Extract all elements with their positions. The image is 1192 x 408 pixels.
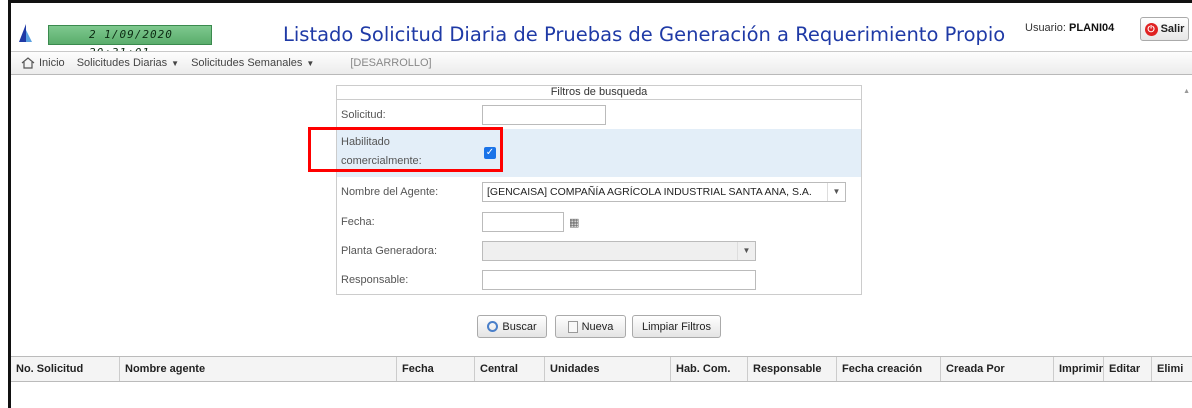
search-icon (487, 321, 499, 332)
logout-button[interactable]: ⏻ Salir (1140, 17, 1189, 41)
clock-display: 2 1/09/2020 20:31:01 (48, 25, 212, 59)
search-button-label: Buscar (502, 320, 537, 333)
new-button[interactable]: Nueva (555, 315, 626, 338)
clear-filters-label: Limpiar Filtros (641, 320, 712, 333)
new-button-label: Nueva (581, 320, 614, 333)
scroll-up-icon[interactable]: ▲ (1183, 88, 1190, 95)
app-header: 2 1/09/2020 20:31:01 Listado Solicitud D… (11, 3, 1192, 59)
filters-title: Filtros de busqueda (336, 85, 862, 99)
menu-home[interactable]: Inicio (11, 57, 65, 69)
fecha-input[interactable] (482, 212, 564, 232)
chevron-down-icon: ▼ (737, 242, 755, 260)
home-icon (21, 57, 35, 69)
column-header[interactable]: Nombre agente (119, 357, 396, 381)
column-header[interactable]: Hab. Com. (670, 357, 747, 381)
planta-select[interactable]: ▼ (482, 241, 756, 261)
menu-daily-label: Solicitudes Diarias (76, 57, 168, 69)
column-header[interactable]: Central (474, 357, 544, 381)
solicitud-input[interactable] (482, 105, 606, 125)
filter-row-fecha: Fecha: ▦ (337, 210, 861, 234)
chevron-down-icon: ▼ (827, 183, 845, 201)
agente-select[interactable]: [GENCAISA] COMPAÑÍA AGRÍCOLA INDUSTRIAL … (482, 182, 846, 202)
filter-row-planta: Planta Generadora: ▼ (337, 239, 861, 263)
column-header[interactable]: No. Solicitud (11, 357, 119, 381)
filter-row-solicitud: Solicitud: (337, 103, 861, 127)
document-icon (567, 320, 578, 333)
clear-filters-button[interactable]: Limpiar Filtros (632, 315, 721, 338)
column-header[interactable]: Elimi (1151, 357, 1192, 381)
menu-daily-requests[interactable]: Solicitudes Diarias ▼ (77, 57, 179, 69)
main-menu: Inicio Solicitudes Diarias ▼ Solicitudes… (11, 51, 1192, 75)
responsable-input[interactable] (482, 270, 756, 290)
caret-down-icon: ▼ (306, 58, 315, 68)
search-button[interactable]: Buscar (477, 315, 547, 338)
agente-label: Nombre del Agente: (341, 186, 439, 198)
solicitud-label: Solicitud: (341, 109, 386, 121)
fecha-label: Fecha: (341, 216, 375, 228)
user-label: Usuario: (1025, 22, 1066, 34)
results-table-header: No. Solicitud Nombre agente Fecha Centra… (11, 356, 1192, 382)
menu-home-label: Inicio (39, 57, 65, 69)
calendar-icon[interactable]: ▦ (569, 216, 579, 229)
highlight-annotation (308, 127, 503, 172)
app-logo-icon (19, 24, 32, 42)
page-title: Listado Solicitud Diaria de Pruebas de G… (283, 23, 1006, 46)
filter-row-responsable: Responsable: (337, 268, 861, 292)
column-header[interactable]: Unidades (544, 357, 670, 381)
agente-value: [GENCAISA] COMPAÑÍA AGRÍCOLA INDUSTRIAL … (487, 186, 812, 198)
logout-label: Salir (1160, 23, 1185, 35)
column-header[interactable]: Editar (1103, 357, 1151, 381)
responsable-label: Responsable: (341, 274, 409, 286)
user-name: PLANI04 (1069, 22, 1115, 34)
user-info: Usuario: PLANI04 (1025, 22, 1114, 34)
filter-row-agente: Nombre del Agente: [GENCAISA] COMPAÑÍA A… (337, 180, 861, 204)
column-header[interactable]: Responsable (747, 357, 836, 381)
power-icon: ⏻ (1144, 22, 1158, 36)
menu-weekly-requests[interactable]: Solicitudes Semanales ▼ (191, 57, 314, 69)
column-header[interactable]: Creada Por (940, 357, 1053, 381)
environment-label: [DESARROLLO] (350, 57, 432, 69)
menu-weekly-label: Solicitudes Semanales (191, 57, 303, 69)
column-header[interactable]: Fecha creación (836, 357, 940, 381)
column-header[interactable]: Fecha (396, 357, 474, 381)
planta-label: Planta Generadora: (341, 245, 438, 257)
column-header[interactable]: Imprimir (1053, 357, 1103, 381)
caret-down-icon: ▼ (171, 58, 180, 68)
